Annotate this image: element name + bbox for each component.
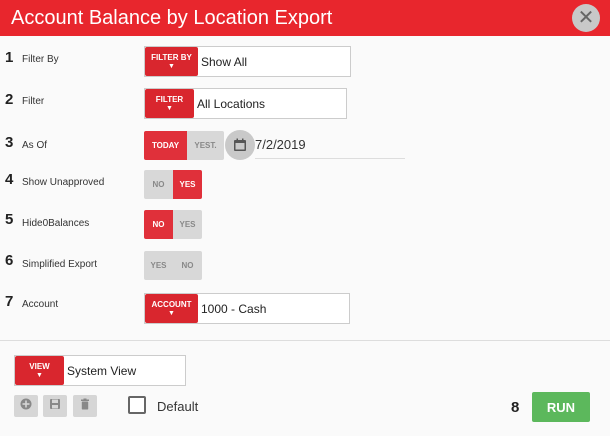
- account-combo[interactable]: ACCOUNT ▼ 1000 - Cash: [144, 293, 350, 324]
- step-number: 5: [5, 211, 14, 228]
- hide-zero-balances-yes[interactable]: YES: [173, 210, 202, 239]
- row-show-unapproved: 4 Show Unapproved NO YES: [0, 170, 610, 202]
- filter-by-value: Show All: [201, 54, 248, 69]
- show-unapproved-no[interactable]: NO: [144, 170, 173, 199]
- simplified-export-label: Simplified Export: [22, 259, 98, 270]
- export-dialog: Account Balance by Location Export ✕ 1 F…: [0, 0, 610, 436]
- show-unapproved-yes[interactable]: YES: [173, 170, 202, 199]
- filter-button[interactable]: FILTER ▼: [145, 89, 194, 118]
- chevron-down-icon: ▼: [36, 371, 43, 379]
- filter-combo[interactable]: FILTER ▼ All Locations: [144, 88, 347, 119]
- save-view-button[interactable]: [43, 395, 67, 417]
- default-checkbox[interactable]: [128, 396, 146, 414]
- row-account: 7 Account ACCOUNT ▼ 1000 - Cash: [0, 293, 610, 325]
- view-button[interactable]: VIEW ▼: [15, 356, 64, 385]
- hide-zero-balances-toggle: NO YES: [144, 210, 202, 239]
- simplified-export-no[interactable]: NO: [173, 251, 202, 280]
- as-of-date-input[interactable]: 7/2/2019: [255, 133, 405, 159]
- run-button[interactable]: RUN: [532, 392, 590, 422]
- step-number: 4: [5, 171, 14, 188]
- step-number: 7: [5, 293, 14, 310]
- step-number: 1: [5, 49, 14, 66]
- step-number: 8: [511, 399, 520, 416]
- account-label: Account: [22, 299, 59, 310]
- chevron-down-icon: ▼: [168, 62, 175, 70]
- show-unapproved-label: Show Unapproved: [22, 177, 105, 188]
- as-of-toggle: TODAY YEST.: [144, 131, 224, 160]
- delete-view-button[interactable]: [73, 395, 97, 417]
- simplified-export-yes[interactable]: YES: [144, 251, 173, 280]
- row-filter-by: 1 Filter By FILTER BY ▼ Show All: [0, 46, 610, 78]
- view-combo[interactable]: VIEW ▼ System View: [14, 355, 186, 386]
- filter-by-button[interactable]: FILTER BY ▼: [145, 47, 198, 76]
- hide-zero-balances-label: Hide0Balances: [22, 218, 90, 229]
- filter-by-label: Filter By: [22, 54, 59, 65]
- step-number: 2: [5, 91, 14, 108]
- filter-value: All Locations: [197, 96, 266, 111]
- title-bar: Account Balance by Location Export ✕: [0, 0, 610, 36]
- row-filter: 2 Filter FILTER ▼ All Locations: [0, 88, 610, 120]
- divider: [0, 340, 610, 341]
- today-button[interactable]: TODAY: [144, 131, 187, 160]
- trash-icon: [79, 397, 91, 415]
- calendar-icon[interactable]: [225, 130, 255, 160]
- step-number: 3: [5, 134, 14, 151]
- close-icon: ✕: [577, 7, 595, 29]
- as-of-label: As Of: [22, 140, 48, 151]
- filter-label: Filter: [22, 96, 45, 107]
- account-button[interactable]: ACCOUNT ▼: [145, 294, 198, 323]
- filter-by-combo[interactable]: FILTER BY ▼ Show All: [144, 46, 351, 77]
- simplified-export-toggle: YES NO: [144, 251, 202, 280]
- chevron-down-icon: ▼: [166, 104, 173, 112]
- view-value: System View: [67, 363, 137, 378]
- close-button[interactable]: ✕: [572, 4, 600, 32]
- chevron-down-icon: ▼: [168, 309, 175, 317]
- dialog-title: Account Balance by Location Export: [11, 7, 333, 29]
- step-number: 6: [5, 252, 14, 269]
- show-unapproved-toggle: NO YES: [144, 170, 202, 199]
- plus-circle-icon: [20, 397, 32, 415]
- add-view-button[interactable]: [14, 395, 38, 417]
- account-value: 1000 - Cash: [201, 301, 267, 316]
- save-icon: [49, 397, 61, 415]
- row-simplified-export: 6 Simplified Export YES NO: [0, 251, 610, 283]
- hide-zero-balances-no[interactable]: NO: [144, 210, 173, 239]
- row-hide-zero-balances: 5 Hide0Balances NO YES: [0, 210, 610, 242]
- yesterday-button[interactable]: YEST.: [187, 131, 224, 160]
- default-label: Default: [157, 399, 199, 414]
